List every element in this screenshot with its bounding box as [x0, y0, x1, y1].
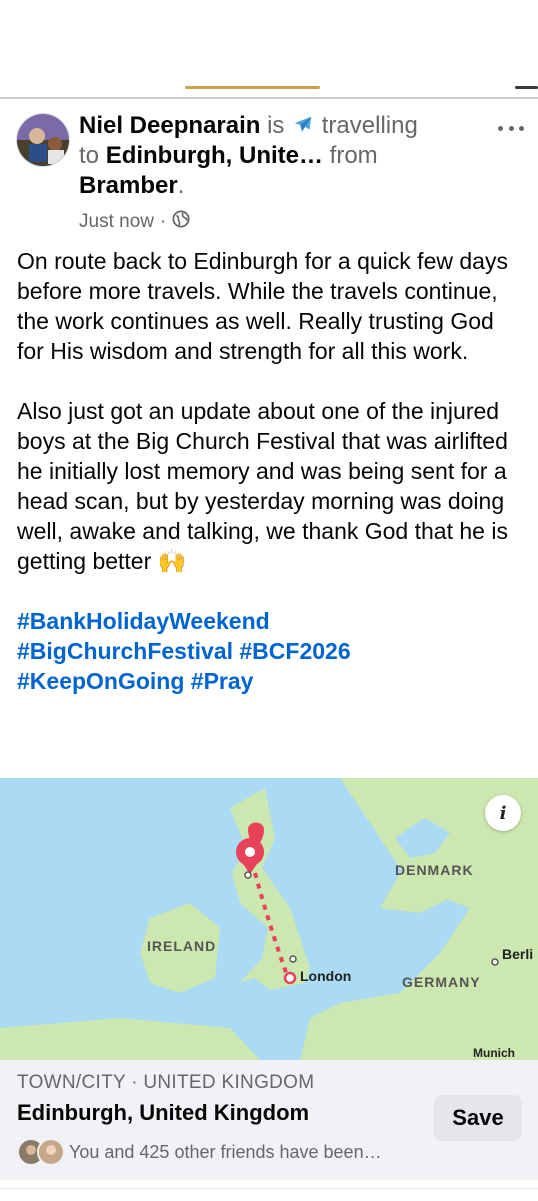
paragraph: Also just got an update about one of the…	[17, 398, 508, 574]
map-label: GERMANY	[402, 974, 481, 990]
hashtag-link[interactable]: #BCF2026	[239, 638, 350, 664]
airplane-icon	[291, 112, 315, 139]
map-city: London	[300, 968, 352, 984]
author-name[interactable]: Niel Deepnarain	[79, 112, 260, 139]
period: .	[177, 172, 185, 199]
hashtag-list: #BankHolidayWeekend #BigChurchFestival #…	[17, 606, 525, 696]
post-header: Niel Deepnarain is travelling to Edinbur…	[79, 111, 474, 201]
globe-icon	[172, 210, 190, 234]
post-meta: Just now ·	[79, 210, 190, 234]
map-label: DENMARK	[395, 862, 474, 878]
avatar[interactable]	[16, 113, 70, 167]
destination-link[interactable]: Edinburgh, Unite…	[106, 142, 323, 169]
map-city: Berli	[502, 946, 534, 962]
dot	[508, 125, 514, 131]
place-name[interactable]: Edinburgh, United Kingdom	[17, 1100, 309, 1126]
hashtag-link[interactable]: #BankHolidayWeekend	[17, 608, 270, 634]
activity-text: travelling	[321, 112, 418, 139]
post-divider	[0, 97, 538, 99]
hashtag-link[interactable]: #BigChurchFestival	[17, 638, 233, 664]
place-type: TOWN/CITY · UNITED KINGDOM	[17, 1072, 315, 1093]
paragraph: On route back to Edinburgh for a quick f…	[17, 248, 508, 364]
separator-dot: ·	[159, 211, 167, 232]
timestamp[interactable]: Just now	[79, 211, 154, 233]
friend-avatar	[37, 1138, 65, 1166]
origin-link[interactable]: Bramber	[79, 172, 178, 199]
map-label: IRELAND	[147, 938, 217, 954]
hashtag-link[interactable]: #KeepOnGoing	[17, 668, 184, 694]
previous-post-fragment	[185, 86, 320, 89]
previous-post-edge	[0, 0, 538, 96]
route-map[interactable]: DENMARK IRELAND GERMANY London Berli Mun…	[0, 778, 538, 1060]
dot	[498, 125, 503, 131]
to-text: to	[79, 142, 106, 169]
friends-visited: You and 425 other friends have been…	[17, 1138, 382, 1166]
dot	[519, 125, 524, 131]
save-button[interactable]: Save	[434, 1095, 522, 1141]
map-city: Munich	[473, 1046, 515, 1060]
post-text: On route back to Edinburgh for a quick f…	[17, 246, 525, 696]
friends-text: You and 425 other friends have been…	[69, 1141, 382, 1162]
from-text: from	[323, 142, 378, 169]
more-options-button[interactable]	[498, 118, 524, 138]
post-footer-divider	[0, 1188, 538, 1201]
info-icon[interactable]: i	[485, 795, 521, 831]
origin-marker	[283, 971, 297, 985]
previous-post-fragment	[515, 86, 538, 89]
hashtag-link[interactable]: #Pray	[191, 668, 254, 694]
info-glyph: i	[499, 802, 507, 824]
is-text: is	[260, 112, 292, 139]
